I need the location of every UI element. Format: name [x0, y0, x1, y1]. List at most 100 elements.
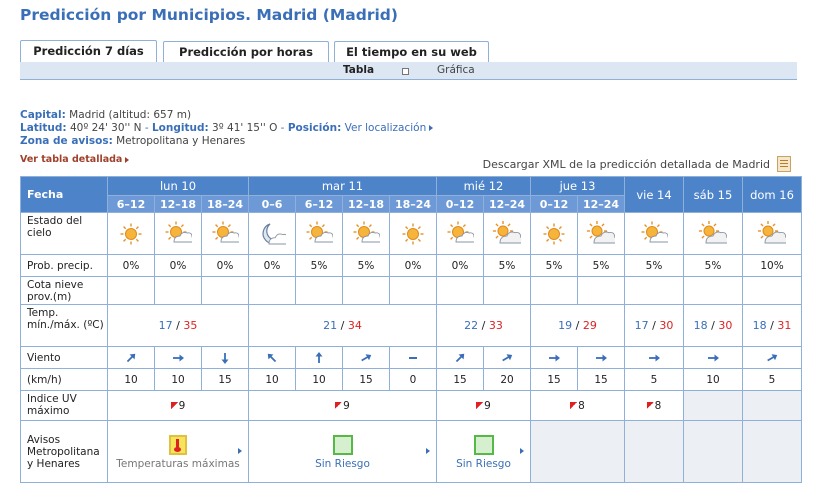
sun-cloud-icon [212, 221, 239, 242]
uv-cell [742, 390, 802, 421]
tab-prediccion-7-dias[interactable]: Predicción 7 días [20, 40, 157, 62]
wind-direction-cell [483, 346, 531, 369]
no-risk-icon [332, 435, 353, 455]
capital-value: Madrid (altitud: 657 m) [69, 109, 192, 121]
interval-header: 0–6 [248, 195, 296, 213]
ver-tabla-detallada-link[interactable]: Ver tabla detallada [20, 154, 130, 165]
sky-cell [577, 212, 625, 255]
arrow-right-icon [125, 156, 130, 163]
prob-precip-cell: 10% [742, 254, 802, 277]
separator-icon [402, 68, 409, 75]
location-info: Capital: Madrid (altitud: 657 m) Latitud… [20, 109, 434, 147]
sky-cell [436, 212, 484, 255]
uv-value: 9 [178, 399, 186, 412]
prob-precip-cell: 0% [389, 254, 437, 277]
temp-separator: / [648, 319, 660, 332]
tab-prediccion-por-horas[interactable]: Predicción por horas [163, 41, 329, 62]
temp-separator: / [478, 319, 489, 332]
subtab-grafica[interactable]: Gráfica [437, 64, 475, 76]
wind-arrow-icon [708, 354, 719, 361]
temp-separator: / [766, 319, 778, 332]
tab-el-tiempo-en-su-web[interactable]: El tiempo en su web [334, 41, 489, 62]
aviso-cell [683, 420, 743, 483]
wind-speed-cell: 10 [295, 368, 343, 391]
sun-cloud-icon [165, 221, 192, 242]
cota-nieve-cell [389, 276, 437, 305]
wind-speed-cell: 5 [624, 368, 684, 391]
aviso-cell[interactable]: Sin Riesgo [248, 420, 437, 483]
uv-label: Indice UV máximo [20, 390, 108, 421]
prob-precip-cell: 5% [295, 254, 343, 277]
cota-nieve-cell [154, 276, 202, 305]
sun-clouds-icon [699, 220, 727, 243]
sky-cell [248, 212, 296, 255]
sky-cell [742, 212, 802, 255]
wind-arrow-icon [315, 351, 323, 363]
temperature-cell: 19 / 29 [530, 304, 625, 347]
subtab-tabla[interactable]: Tabla [343, 64, 374, 76]
prob-precip-cell: 0% [107, 254, 155, 277]
temperature-cell: 21 / 34 [248, 304, 437, 347]
descargar-xml-link[interactable]: Descargar XML de la predicción detallada… [483, 158, 770, 171]
sun-cloud-icon [306, 221, 333, 242]
temp-label: Temp. mín./máx. (ºC) [20, 304, 108, 347]
arrow-right-icon[interactable] [238, 448, 242, 454]
interval-header: 12–18 [342, 195, 390, 213]
temp-max: 35 [183, 319, 198, 332]
interval-header: 12–24 [483, 195, 531, 213]
wind-arrow-icon [267, 353, 277, 362]
longitud-value: 3º 41' 15'' O [212, 121, 278, 134]
sun-cloud-icon [447, 221, 474, 242]
uv-flag-icon [570, 401, 578, 409]
temp-min: 17 [634, 319, 649, 332]
longitud-label: Longitud: [151, 121, 209, 134]
estado-cielo-label: Estado del cielo [20, 212, 108, 255]
kmh-label: (km/h) [20, 368, 108, 391]
temp-max: 30 [718, 319, 733, 332]
temp-max: 29 [582, 319, 597, 332]
wind-speed-cell: 15 [577, 368, 625, 391]
uv-cell: 9 [248, 390, 437, 421]
wind-speed-cell: 15 [436, 368, 484, 391]
latitud-value: 40º 24' 30'' N [69, 121, 142, 134]
cota-nieve-cell [530, 276, 578, 305]
wind-speed-cell: 20 [483, 368, 531, 391]
wind-direction-cell [201, 346, 249, 369]
prob-precip-cell: 5% [530, 254, 578, 277]
wind-arrow-icon [361, 353, 372, 361]
uv-cell [683, 390, 743, 421]
cota-nieve-cell [436, 276, 484, 305]
aviso-cell[interactable]: Sin Riesgo [436, 420, 531, 483]
sky-cell [154, 212, 202, 255]
cota-nieve-cell [577, 276, 625, 305]
cota-nieve-cell [342, 276, 390, 305]
ver-localizacion-link[interactable]: Ver localización [345, 122, 434, 134]
uv-value: 9 [484, 399, 491, 412]
day-header-lun-10: lun 10 [107, 176, 249, 196]
avisos-label: Avisos Metropolitana y Henares [20, 420, 108, 483]
arrow-right-icon [429, 124, 434, 131]
moon-cloud-icon [262, 222, 286, 244]
wind-speed-cell: 10 [107, 368, 155, 391]
temp-separator: / [707, 319, 719, 332]
arrow-right-icon[interactable] [520, 448, 524, 454]
subtab-bar: Tabla Gráfica [20, 62, 797, 80]
prob-precip-cell: 0% [154, 254, 202, 277]
cota-nieve-cell [742, 276, 802, 305]
day-header-mar-11: mar 11 [248, 176, 437, 196]
temperature-cell: 22 / 33 [436, 304, 531, 347]
wind-speed-cell: 10 [248, 368, 296, 391]
cota-nieve-cell [248, 276, 296, 305]
arrow-right-icon[interactable] [426, 448, 430, 454]
wind-speed-cell: 10 [683, 368, 743, 391]
posicion-label: Posición: [287, 121, 342, 134]
aviso-cell[interactable]: Temperaturas máximas [107, 420, 249, 483]
sun-clouds-icon [758, 220, 786, 243]
latitud-label: Latitud: [20, 121, 67, 134]
sky-cell [530, 212, 578, 255]
prob-precip-cell: 0% [436, 254, 484, 277]
cota-nieve-cell [107, 276, 155, 305]
wind-arrow-icon [126, 353, 136, 362]
xml-file-icon[interactable] [777, 156, 791, 172]
capital-label: Capital: [20, 109, 66, 121]
